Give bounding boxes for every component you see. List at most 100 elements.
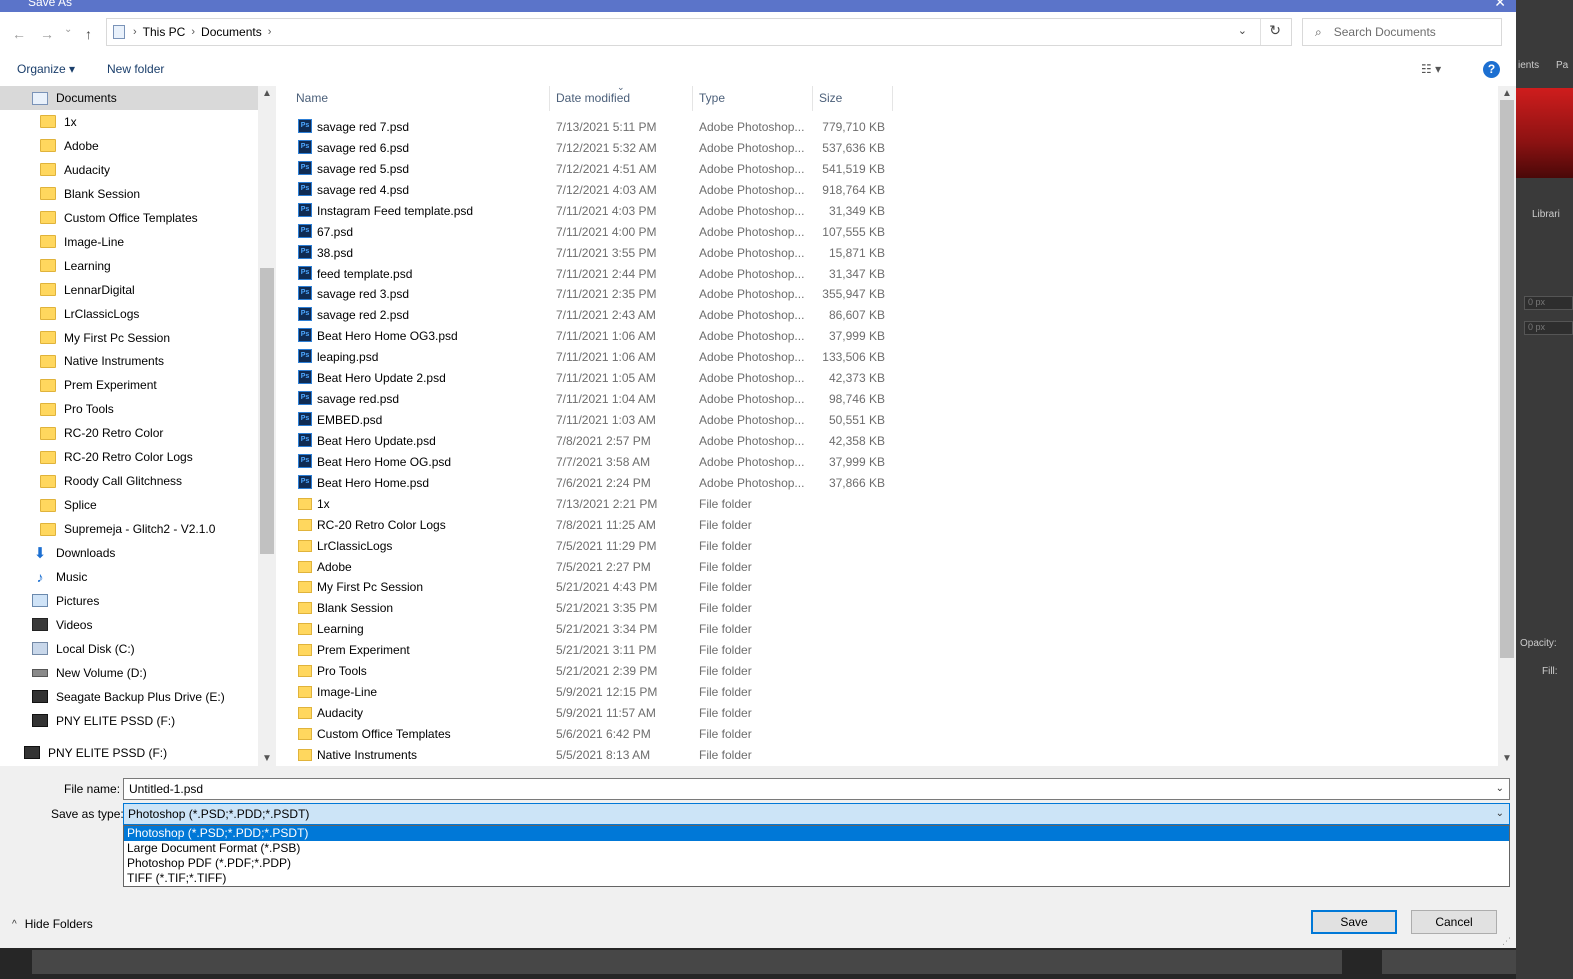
save-button[interactable]: Save	[1311, 910, 1397, 934]
sidebar-item[interactable]: ♪ Music	[0, 565, 258, 589]
file-row[interactable]: Adobe 7/5/2021 2:27 PM File folder	[276, 556, 896, 577]
file-row[interactable]: Ps 67.psd 7/11/2021 4:00 PM Adobe Photoshop…	[276, 221, 896, 242]
sidebar-item[interactable]: Blank Session	[0, 182, 258, 206]
scroll-down-icon[interactable]: ▼	[1502, 753, 1512, 764]
sidebar-item[interactable]: Learning	[0, 254, 258, 278]
new-folder-button[interactable]: New folder	[107, 62, 164, 76]
hide-folders-button[interactable]: ^ Hide Folders	[12, 917, 93, 931]
sidebar-item[interactable]: Splice	[0, 493, 258, 517]
file-row[interactable]: RC-20 Retro Color Logs 7/8/2021 11:25 AM F…	[276, 514, 896, 535]
sidebar-item[interactable]: Adobe	[0, 134, 258, 158]
sidebar-item[interactable]: LrClassicLogs	[0, 302, 258, 326]
sidebar-item[interactable]: Supremeja - Glitch2 - V2.1.0	[0, 517, 258, 541]
scroll-down-icon[interactable]: ▼	[262, 753, 272, 764]
file-row[interactable]: Custom Office Templates 5/6/2021 6:42 PM F…	[276, 723, 896, 744]
file-row[interactable]: Ps savage red 3.psd 7/11/2021 2:35 PM Adobe…	[276, 283, 896, 304]
sidebar-item[interactable]: Image-Line	[0, 230, 258, 254]
file-date: 5/21/2021 2:39 PM	[556, 664, 658, 679]
navigation-scrollbar[interactable]: ▲ ▼	[258, 86, 276, 766]
column-header-name[interactable]: Name	[296, 91, 328, 105]
file-row[interactable]: Ps Beat Hero Update 2.psd 7/11/2021 1:05 A…	[276, 367, 896, 388]
scroll-up-icon[interactable]: ▲	[262, 88, 272, 99]
file-row[interactable]: My First Pc Session 5/21/2021 4:43 PM File…	[276, 576, 896, 597]
sidebar-item[interactable]: RC-20 Retro Color Logs	[0, 445, 258, 469]
file-row[interactable]: Ps Beat Hero Update.psd 7/8/2021 2:57 PM Ad…	[276, 430, 896, 451]
sidebar-item[interactable]: 1x	[0, 110, 258, 134]
sidebar-item[interactable]: Custom Office Templates	[0, 206, 258, 230]
cancel-button[interactable]: Cancel	[1411, 910, 1497, 934]
save-type-dropdown-icon[interactable]: ⌄	[1496, 808, 1504, 819]
breadcrumb-documents[interactable]: Documents	[201, 25, 262, 39]
file-name-input[interactable]: Untitled-1.psd ⌄	[123, 778, 1510, 800]
address-bar[interactable]: › This PC › Documents › ⌄ ↻	[106, 18, 1292, 46]
scrollbar-thumb[interactable]	[1500, 100, 1514, 658]
file-row[interactable]: Ps EMBED.psd 7/11/2021 1:03 AM Adobe Photos…	[276, 409, 896, 430]
file-row[interactable]: Pro Tools 5/21/2021 2:39 PM File folder	[276, 660, 896, 681]
file-row[interactable]: Blank Session 5/21/2021 3:35 PM File folde…	[276, 597, 896, 618]
breadcrumb-this-pc[interactable]: This PC	[143, 25, 186, 39]
up-icon[interactable]: ↑	[85, 26, 92, 42]
save-type-option[interactable]: Large Document Format (*.PSB)	[124, 841, 1509, 856]
sidebar-item[interactable]: PNY ELITE PSSD (F:)	[0, 709, 258, 733]
search-input[interactable]: ⌕ Search Documents	[1302, 18, 1502, 46]
sidebar-item[interactable]: Roody Call Glitchness	[0, 469, 258, 493]
file-row[interactable]: Ps Beat Hero Home OG.psd 7/7/2021 3:58 AM A…	[276, 451, 896, 472]
file-list-scrollbar[interactable]: ▲ ▼	[1498, 86, 1516, 766]
help-icon[interactable]: ?	[1483, 61, 1500, 78]
sidebar-item[interactable]: Videos	[0, 613, 258, 637]
close-icon[interactable]: ✕	[1494, 0, 1506, 11]
file-row[interactable]: Prem Experiment 5/21/2021 3:11 PM File fol…	[276, 639, 896, 660]
sidebar-item[interactable]: Documents	[0, 86, 258, 110]
sidebar-item[interactable]: LennarDigital	[0, 278, 258, 302]
file-row[interactable]: 1x 7/13/2021 2:21 PM File folder	[276, 493, 896, 514]
back-icon[interactable]: ←	[12, 26, 26, 42]
forward-icon[interactable]: →	[40, 26, 54, 42]
organize-button[interactable]: Organize ▾	[17, 62, 75, 76]
refresh-icon[interactable]: ↻	[1269, 22, 1281, 39]
file-row[interactable]: Native Instruments 5/5/2021 8:13 AM File f…	[276, 744, 896, 765]
file-row[interactable]: Ps Instagram Feed template.psd 7/11/2021 4…	[276, 200, 896, 221]
resize-grip-icon[interactable]: ⋰	[1502, 936, 1511, 947]
file-row[interactable]: Ps savage red 4.psd 7/12/2021 4:03 AM Adobe…	[276, 179, 896, 200]
sidebar-item[interactable]: RC-20 Retro Color	[0, 421, 258, 445]
file-name-dropdown-icon[interactable]: ⌄	[1496, 783, 1504, 794]
address-dropdown-icon[interactable]: ⌄	[1238, 24, 1247, 37]
file-row[interactable]: LrClassicLogs 7/5/2021 11:29 PM File folde…	[276, 535, 896, 556]
file-row[interactable]: Image-Line 5/9/2021 12:15 PM File folder	[276, 681, 896, 702]
recent-locations-icon[interactable]: ⌄	[64, 24, 72, 35]
sidebar-item[interactable]: PNY ELITE PSSD (F:)	[0, 741, 258, 765]
breadcrumb-separator[interactable]: ›	[268, 26, 272, 38]
sidebar-item[interactable]: Pictures	[0, 589, 258, 613]
sidebar-item[interactable]: Seagate Backup Plus Drive (E:)	[0, 685, 258, 709]
column-header-date[interactable]: Date modified	[556, 91, 630, 105]
file-row[interactable]: Learning 5/21/2021 3:34 PM File folder	[276, 618, 896, 639]
save-type-option[interactable]: TIFF (*.TIF;*.TIFF)	[124, 871, 1509, 886]
sidebar-item[interactable]: Native Instruments	[0, 349, 258, 373]
file-row[interactable]: Ps Beat Hero Home OG3.psd 7/11/2021 1:06 A…	[276, 325, 896, 346]
file-row[interactable]: Ps savage red 6.psd 7/12/2021 5:32 AM Adobe…	[276, 137, 896, 158]
sidebar-item[interactable]: New Volume (D:)	[0, 661, 258, 685]
scroll-up-icon[interactable]: ▲	[1502, 88, 1512, 99]
sidebar-item[interactable]: My First Pc Session	[0, 326, 258, 350]
file-row[interactable]: Ps savage red.psd 7/11/2021 1:04 AM Adobe P…	[276, 388, 896, 409]
scrollbar-thumb[interactable]	[260, 268, 274, 554]
sidebar-item[interactable]: ⬇ Downloads	[0, 541, 258, 565]
file-row[interactable]: Ps 38.psd 7/11/2021 3:55 PM Adobe Photoshop…	[276, 242, 896, 263]
file-row[interactable]: Ps feed template.psd 7/11/2021 2:44 PM Adob…	[276, 263, 896, 284]
save-type-select[interactable]: Photoshop (*.PSD;*.PDD;*.PSDT) ⌄	[123, 803, 1510, 825]
file-row[interactable]: Ps savage red 7.psd 7/13/2021 5:11 PM Adobe…	[276, 116, 896, 137]
sidebar-item[interactable]: Pro Tools	[0, 397, 258, 421]
file-row[interactable]: Ps savage red 5.psd 7/12/2021 4:51 AM Adobe…	[276, 158, 896, 179]
save-type-option[interactable]: Photoshop (*.PSD;*.PDD;*.PSDT)	[124, 826, 1509, 841]
file-row[interactable]: Ps Beat Hero Home.psd 7/6/2021 2:24 PM Adob…	[276, 472, 896, 493]
file-row[interactable]: Ps leaping.psd 7/11/2021 1:06 AM Adobe Phot…	[276, 346, 896, 367]
column-header-size[interactable]: Size	[819, 91, 842, 105]
save-type-option[interactable]: Photoshop PDF (*.PDF;*.PDP)	[124, 856, 1509, 871]
sidebar-item[interactable]: Prem Experiment	[0, 373, 258, 397]
sidebar-item[interactable]: Audacity	[0, 158, 258, 182]
file-row[interactable]: Ps savage red 2.psd 7/11/2021 2:43 AM Adobe…	[276, 304, 896, 325]
change-view-icon[interactable]: ☷ ▾	[1421, 62, 1441, 76]
sidebar-item[interactable]: Local Disk (C:)	[0, 637, 258, 661]
column-header-type[interactable]: Type	[699, 91, 725, 105]
file-row[interactable]: Audacity 5/9/2021 11:57 AM File folder	[276, 702, 896, 723]
